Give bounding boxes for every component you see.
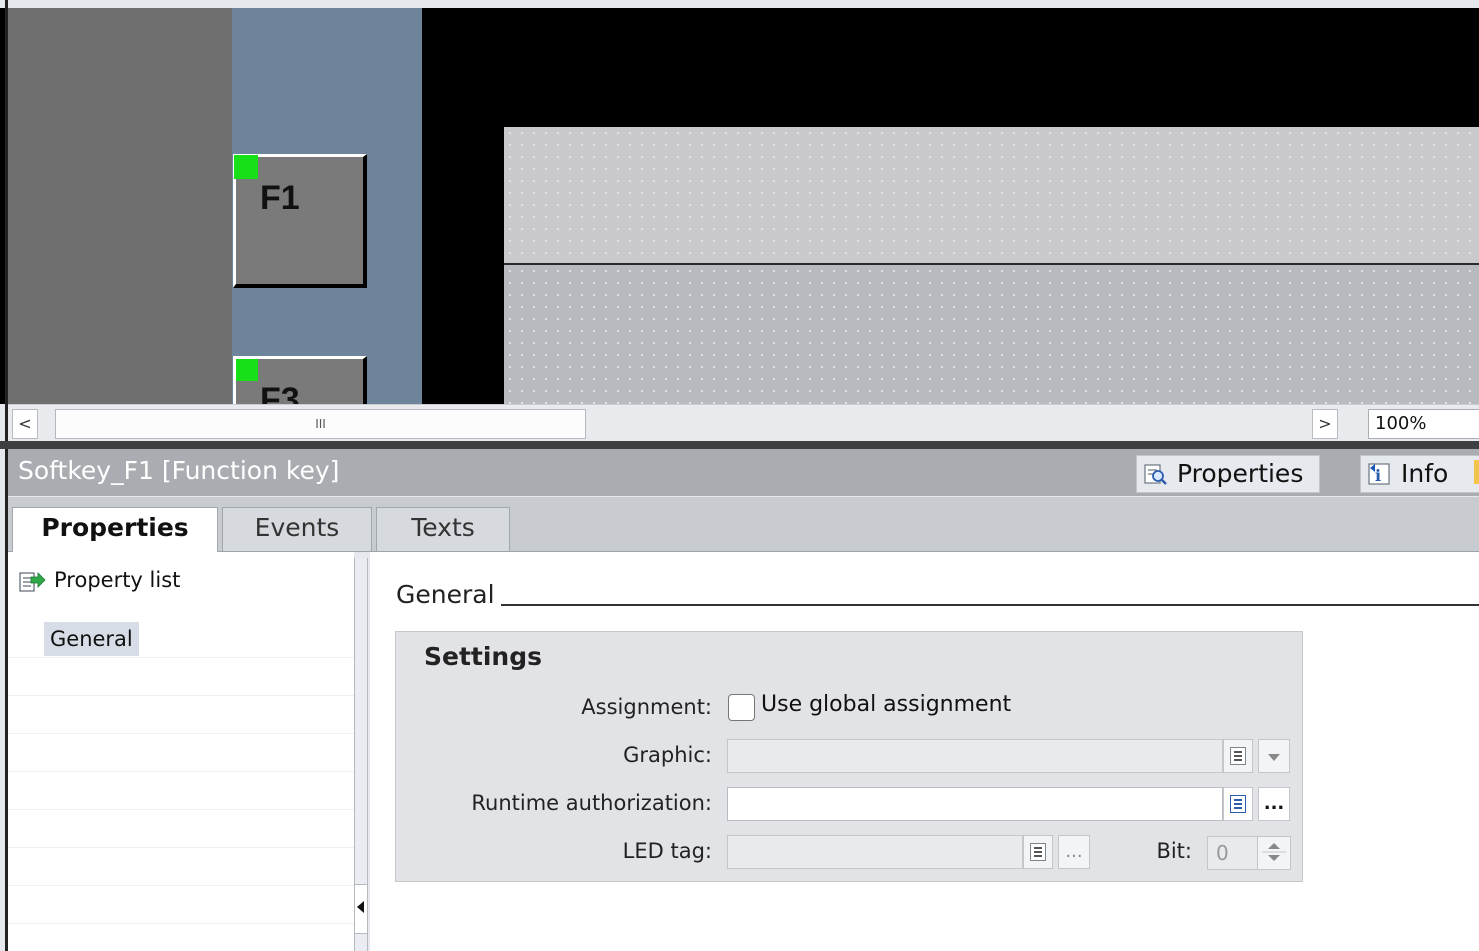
list-icon: [1230, 795, 1246, 813]
chevron-right-icon: >: [1318, 414, 1332, 433]
properties-icon: [1144, 464, 1167, 485]
runtime-authorization-field[interactable]: [727, 787, 1223, 821]
nav-item-general[interactable]: General: [44, 622, 139, 656]
tab-label: Properties: [1177, 459, 1304, 488]
nav-property-list[interactable]: Property list: [18, 568, 180, 593]
runtime-authorization-browse-button[interactable]: ...: [1258, 787, 1290, 821]
bit-label: Bit:: [1156, 839, 1192, 863]
runtime-authorization-list-button[interactable]: [1223, 787, 1253, 821]
nav-row: [8, 734, 354, 772]
graphic-list-button[interactable]: [1223, 739, 1253, 773]
horizontal-scrollbar[interactable]: < III > 100%: [8, 404, 1479, 441]
use-global-assignment-checkbox[interactable]: [728, 694, 755, 721]
inspector-tab-row: Properties Events Texts: [8, 497, 1479, 553]
softkey-led-indicator: [234, 155, 258, 179]
softkey-led-indicator: [236, 359, 258, 381]
list-icon: [1230, 747, 1246, 765]
runtime-authorization-label: Runtime authorization:: [471, 791, 712, 815]
pane-splitter[interactable]: [0, 441, 1479, 449]
chevron-left-icon: <: [18, 414, 32, 433]
screen-left-margin: [8, 8, 232, 404]
selected-object-title: Softkey_F1 [Function key]: [18, 456, 340, 485]
graphic-label: Graphic:: [623, 743, 712, 767]
canvas-top-border: [0, 0, 1479, 8]
softkey-label: F3: [260, 381, 300, 404]
scroll-right-button[interactable]: >: [1312, 409, 1338, 439]
nav-property-list-label: Property list: [54, 568, 181, 592]
nav-row: [8, 886, 354, 924]
tab-properties-view[interactable]: Properties: [1136, 455, 1320, 493]
screen-body-area[interactable]: [504, 265, 1479, 404]
assignment-label: Assignment:: [581, 695, 712, 719]
led-tag-browse-button[interactable]: ...: [1058, 835, 1090, 869]
use-global-assignment-label[interactable]: Use global assignment: [761, 692, 1011, 717]
tab-info-view[interactable]: i Info: [1360, 455, 1479, 493]
bit-spinner-buttons[interactable]: [1257, 837, 1290, 869]
nav-row: [8, 658, 354, 696]
softkey-f3[interactable]: F3: [233, 356, 367, 404]
softkey-label: F1: [260, 179, 300, 217]
list-icon: [1030, 843, 1046, 861]
scroll-left-button[interactable]: <: [12, 409, 38, 439]
diagnostics-tab-edge: [1474, 460, 1479, 484]
section-title: General: [396, 580, 495, 609]
grip-icon: III: [315, 417, 326, 431]
spinner-arrows-icon: [1262, 843, 1286, 861]
inspector-title-bar: Softkey_F1 [Function key] Properties i I…: [8, 449, 1479, 496]
led-tag-label: LED tag:: [622, 839, 712, 863]
tab-label: Info: [1401, 459, 1449, 488]
nav-row: [8, 810, 354, 848]
settings-title: Settings: [424, 642, 543, 671]
tab-events[interactable]: Events: [222, 507, 372, 551]
property-list-icon: [19, 572, 46, 592]
nav-row: [8, 772, 354, 810]
tab-texts[interactable]: Texts: [376, 507, 510, 551]
zoom-level-field[interactable]: 100%: [1368, 409, 1479, 439]
led-tag-field[interactable]: [727, 835, 1023, 869]
screen-header-area[interactable]: [504, 127, 1479, 263]
nav-row: [8, 848, 354, 886]
softkey-f1[interactable]: F1: [233, 154, 367, 288]
chevron-down-icon: [1268, 754, 1280, 761]
tab-properties[interactable]: Properties: [12, 507, 218, 553]
property-navigation: Property list General: [8, 552, 354, 951]
svg-text:i: i: [1375, 466, 1381, 485]
scrollbar-thumb[interactable]: III: [55, 409, 586, 439]
graphic-field[interactable]: [727, 739, 1223, 773]
info-icon: i: [1368, 463, 1390, 485]
graphic-dropdown-button[interactable]: [1258, 739, 1290, 773]
nav-row: [8, 696, 354, 734]
section-divider: [501, 604, 1479, 606]
collapse-arrow-icon: [357, 901, 364, 913]
led-tag-list-button[interactable]: [1023, 835, 1053, 869]
